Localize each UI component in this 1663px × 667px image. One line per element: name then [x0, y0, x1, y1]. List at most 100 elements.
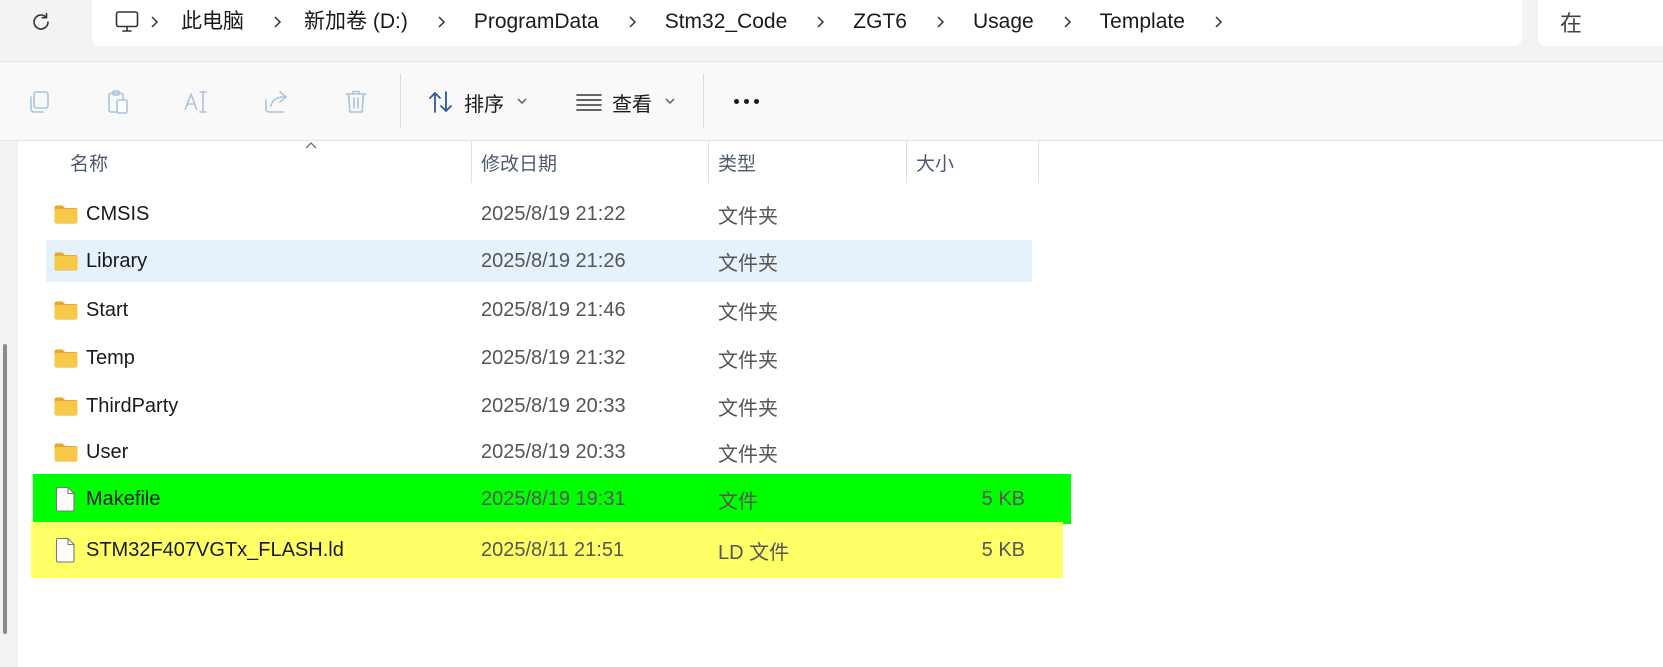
navigation-scrollbar[interactable] — [3, 344, 7, 634]
breadcrumb-template[interactable]: Template — [1093, 7, 1192, 37]
column-header-size[interactable]: 大小 — [906, 141, 1038, 183]
breadcrumb-usage[interactable]: Usage — [966, 7, 1041, 37]
file-name: User — [86, 440, 129, 463]
column-header-date[interactable]: 修改日期 — [471, 141, 708, 183]
file-modified-date: 2025/8/19 20:33 — [481, 440, 626, 463]
folder-icon — [52, 432, 80, 472]
breadcrumb-drive-d[interactable]: 新加卷 (D:) — [297, 7, 415, 37]
column-header-type-label: 类型 — [718, 152, 757, 175]
file-modified-date: 2025/8/19 21:26 — [481, 249, 626, 272]
refresh-button[interactable] — [26, 7, 56, 37]
column-divider[interactable] — [1038, 141, 1039, 183]
sort-label: 排序 — [464, 91, 504, 116]
chevron-right-icon[interactable] — [142, 7, 166, 37]
more-dot — [753, 98, 759, 104]
column-header-name[interactable]: 名称 — [60, 141, 471, 183]
chevron-right-icon[interactable] — [265, 7, 289, 37]
file-type: 文件夹 — [718, 349, 778, 372]
delete-button[interactable] — [341, 87, 371, 117]
rename-icon — [184, 91, 207, 113]
file-name: ThirdParty — [86, 394, 179, 417]
file-row-cmsis[interactable]: CMSIS 2025/8/19 21:22 文件夹 — [46, 192, 1032, 236]
folder-icon — [52, 336, 80, 380]
file-size — [906, 288, 1025, 332]
chevron-right-icon[interactable] — [429, 7, 453, 37]
file-row-thirdparty[interactable]: ThirdParty 2025/8/19 20:33 文件夹 — [46, 384, 1032, 428]
breadcrumb-this-pc[interactable]: 此电脑 — [174, 7, 251, 37]
folder-icon — [52, 192, 80, 236]
file-size — [906, 192, 1025, 236]
file-name: STM32F407VGTx_FLASH.ld — [86, 538, 344, 561]
breadcrumb: 此电脑 新加卷 (D:) ProgramData Stm32_Code ZGT6… — [92, 0, 1230, 44]
file-type: 文件夹 — [718, 205, 778, 228]
refresh-icon — [33, 12, 49, 30]
column-header-row: 名称 修改日期 类型 大小 — [46, 141, 1046, 183]
file-modified-date: 2025/8/11 21:51 — [481, 538, 625, 561]
folder-icon — [52, 288, 80, 332]
chevron-down-icon — [664, 95, 676, 110]
address-box[interactable]: 此电脑 新加卷 (D:) ProgramData Stm32_Code ZGT6… — [92, 0, 1522, 46]
share-button[interactable] — [262, 87, 292, 117]
breadcrumb-zgt6[interactable]: ZGT6 — [846, 7, 914, 37]
more-dot — [743, 98, 749, 104]
file-modified-date: 2025/8/19 21:22 — [481, 202, 626, 225]
rename-button[interactable] — [182, 87, 212, 117]
sort-button[interactable]: 排序 — [426, 82, 528, 122]
chevron-right-icon[interactable] — [1055, 7, 1079, 37]
file-type: 文件夹 — [718, 443, 778, 466]
delete-icon — [345, 90, 367, 113]
folder-icon — [52, 240, 80, 282]
this-pc-icon[interactable] — [112, 7, 142, 37]
view-lines-icon — [576, 94, 602, 111]
chevron-right-icon[interactable] — [1206, 7, 1230, 37]
file-row-makefile[interactable]: Makefile 2025/8/19 19:31 文件 5 KB — [33, 474, 1071, 524]
file-row-temp[interactable]: Temp 2025/8/19 21:32 文件夹 — [46, 336, 1032, 380]
sort-arrows-icon — [429, 91, 452, 113]
file-row-start[interactable]: Start 2025/8/19 21:46 文件夹 — [46, 288, 1032, 332]
chevron-down-icon — [516, 95, 528, 110]
file-row-library[interactable]: Library 2025/8/19 21:26 文件夹 — [46, 240, 1032, 282]
chevron-right-icon[interactable] — [928, 7, 952, 37]
paste-icon — [108, 90, 128, 114]
file-type: 文件 — [718, 490, 758, 513]
file-name: Temp — [86, 346, 135, 369]
file-name: Start — [86, 298, 129, 321]
more-options-button[interactable] — [726, 86, 766, 116]
file-size — [906, 240, 1025, 282]
column-header-date-label: 修改日期 — [481, 152, 558, 175]
column-header-type[interactable]: 类型 — [708, 141, 906, 183]
column-header-name-label: 名称 — [70, 152, 109, 175]
sort-ascending-icon — [304, 139, 318, 155]
chevron-right-icon[interactable] — [808, 7, 832, 37]
copy-icon — [30, 91, 49, 113]
file-size: 5 KB — [981, 487, 1025, 510]
folder-icon — [52, 384, 80, 428]
file-row-user[interactable]: User 2025/8/19 20:33 文件夹 — [46, 432, 1032, 472]
file-name: Library — [86, 249, 148, 272]
breadcrumb-stm32-code[interactable]: Stm32_Code — [658, 7, 795, 37]
breadcrumb-programdata[interactable]: ProgramData — [467, 7, 606, 37]
file-type: 文件夹 — [718, 397, 778, 420]
command-bar: 排序 查看 — [0, 62, 1663, 141]
view-label: 查看 — [612, 91, 652, 116]
file-size — [906, 336, 1025, 380]
view-button[interactable]: 查看 — [574, 82, 676, 122]
file-size — [906, 432, 1025, 472]
file-size — [906, 384, 1025, 428]
share-icon — [265, 91, 287, 113]
more-dot — [733, 98, 739, 104]
file-name: Makefile — [86, 487, 161, 510]
file-type: 文件夹 — [718, 301, 778, 324]
file-row-stm32f407vgtx-flash-ld[interactable]: STM32F407VGTx_FLASH.ld 2025/8/11 21:51 LD … — [31, 522, 1063, 578]
chevron-right-icon[interactable] — [620, 7, 644, 37]
file-type: 文件夹 — [718, 252, 778, 275]
search-box[interactable]: 在 — [1538, 0, 1663, 46]
copy-button[interactable] — [24, 87, 54, 117]
toolbar-divider — [703, 74, 704, 128]
file-size: 5 KB — [981, 538, 1025, 561]
paste-button[interactable] — [103, 87, 133, 117]
search-placeholder-text: 在 — [1560, 12, 1583, 37]
toolbar-divider — [400, 74, 401, 128]
file-modified-date: 2025/8/19 21:46 — [481, 298, 626, 321]
file-modified-date: 2025/8/19 21:32 — [481, 346, 626, 369]
